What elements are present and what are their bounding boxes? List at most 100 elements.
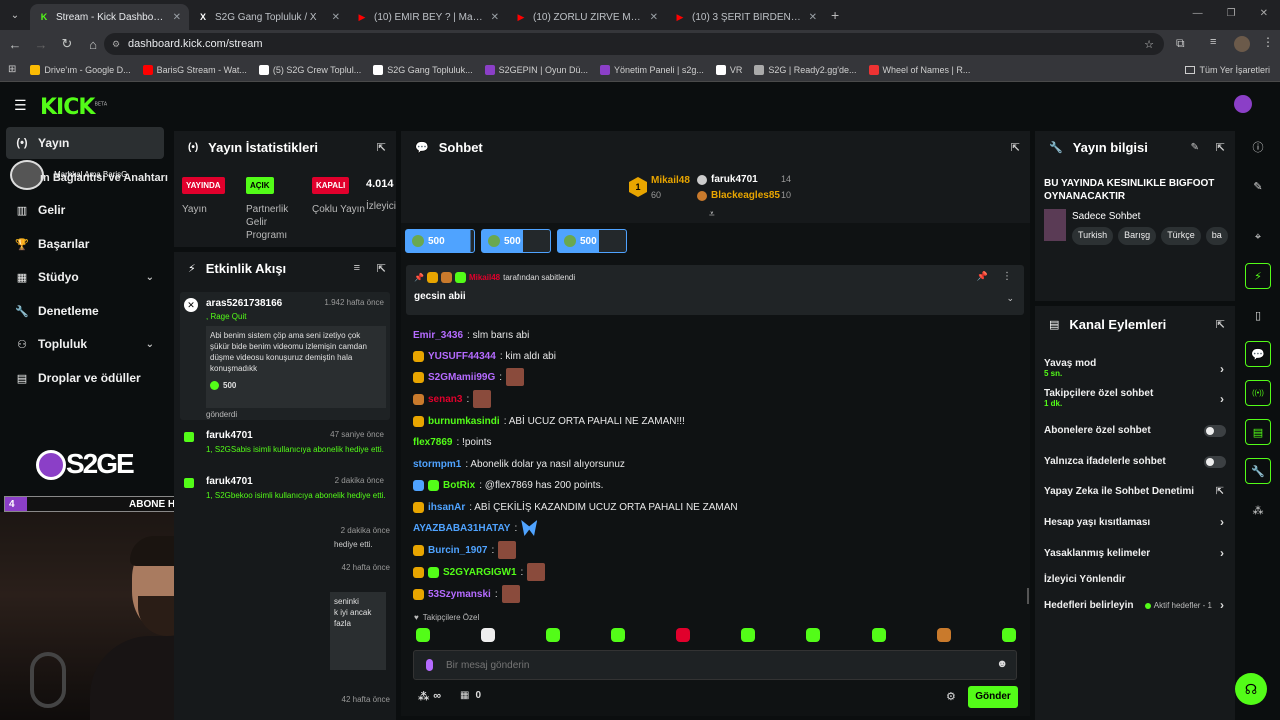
quick-emote-icon[interactable] (416, 628, 430, 642)
browser-tab[interactable]: K Stream - Kick Dashboard ✕ (30, 4, 189, 30)
user-avatar[interactable] (1234, 95, 1252, 113)
home-icon[interactable]: ⌂ (82, 33, 104, 55)
tab-close-icon[interactable]: ✕ (332, 12, 340, 23)
chat-shop[interactable]: ▦ 0 (460, 690, 481, 701)
leader-2-name[interactable]: faruk4701 (711, 174, 758, 185)
hamburger-menu-icon[interactable]: ☰ (14, 97, 27, 114)
event-user[interactable]: faruk4701 (206, 430, 253, 441)
channel-action-row[interactable]: İzleyici Yönlendir (1044, 574, 1226, 596)
chat-emote[interactable] (506, 368, 525, 386)
channel-action-row[interactable]: Takipçilere özel sohbet 1 dk. › (1044, 388, 1226, 410)
stream-tag[interactable]: Barışg (1118, 227, 1157, 245)
chat-username[interactable]: Burcin_1907 (428, 545, 487, 556)
chat-message-field[interactable] (446, 657, 986, 673)
browser-tab[interactable]: ▶ (10) 3 ŞERİT BİRDEN! Türkiye'd... ✕ (666, 4, 825, 30)
popout-icon[interactable]: ⇱ (1216, 318, 1225, 331)
reload-icon[interactable]: ↻ (56, 33, 78, 55)
unpin-icon[interactable]: 📌 (977, 271, 988, 282)
chat-username[interactable]: ihsanAr (428, 502, 465, 513)
chat-scrollbar[interactable] (1027, 588, 1029, 604)
nav-item-wrench[interactable]: 🔧 Denetleme (6, 295, 164, 327)
butterfly-emote[interactable] (521, 520, 538, 536)
quick-emote-icon[interactable] (611, 628, 625, 642)
browser-tab[interactable]: ▶ (10) ZORLU ZİRVE MAÇLARI! H... ✕ (507, 4, 666, 30)
channel-action-row[interactable]: Hedefleri belirleyin Aktif hedefler - 1 › (1044, 598, 1226, 622)
chat-emote[interactable] (498, 541, 517, 559)
bookmark-item[interactable]: VR (715, 64, 742, 75)
chat-username[interactable]: S2GYARGIGW1 (443, 567, 517, 578)
channel-action-row[interactable]: Abonelere özel sohbet (1044, 425, 1226, 447)
browser-menu-icon[interactable]: ⋮ (1262, 35, 1274, 49)
quick-emote-icon[interactable] (937, 628, 951, 642)
chat-username[interactable]: stormpm1 (413, 459, 461, 470)
chat-emote[interactable] (501, 585, 520, 603)
popout-icon[interactable]: ⇱ (1011, 141, 1020, 154)
chat-emote[interactable] (527, 563, 546, 581)
back-icon[interactable]: ← (4, 33, 26, 55)
pinned-expand-icon[interactable]: ⌄ (1006, 293, 1014, 304)
channel-action-row[interactable]: Yalnızca ifadelerle sohbet (1044, 456, 1226, 478)
chat-username[interactable]: YUSUFF44344 (428, 351, 496, 362)
bookmark-item[interactable]: S2GEPIN | Oyun Dü... (484, 64, 588, 75)
info-icon[interactable]: ⓘ (1245, 134, 1271, 160)
nav-item-broadcast[interactable]: (•) Yayın (6, 127, 164, 159)
quick-emote-icon[interactable] (872, 628, 886, 642)
maximize-icon[interactable]: ❐ (1227, 8, 1236, 19)
edit-icon[interactable]: ✎ (1191, 142, 1199, 153)
profile-avatar[interactable] (1234, 36, 1250, 52)
bookmark-item[interactable]: Drive'ım - Google D... (30, 64, 131, 75)
event-user[interactable]: aras5261738166 (206, 298, 282, 309)
channel-action-row[interactable]: Yavaş mod 5 sn. › (1044, 358, 1226, 380)
bookmark-item[interactable]: Yönetim Paneli | s2g... (599, 64, 704, 75)
tab-close-icon[interactable]: ✕ (809, 12, 817, 23)
site-info-icon[interactable]: ⚙ (112, 39, 120, 50)
chat-username[interactable]: senan3 (428, 394, 462, 405)
nav-item-chart[interactable]: ▥ Gelir (6, 194, 164, 226)
wrench-icon[interactable]: 🔧 (1245, 458, 1271, 484)
bookmark-item[interactable]: BarisG Stream - Wat... (142, 64, 247, 75)
nav-item-studio[interactable]: ▦ Stüdyo ⌄ (6, 261, 164, 293)
kick-gift-pill[interactable]: 500 (557, 229, 627, 253)
stream-tag[interactable]: ba (1205, 227, 1228, 245)
lightning-icon[interactable]: ⚡ (1245, 263, 1271, 289)
tab-close-icon[interactable]: ✕ (650, 12, 658, 23)
bookmark-item[interactable]: Wheel of Names | R... (868, 64, 970, 75)
media-icon[interactable]: ≡ (1210, 36, 1216, 48)
quick-emote-icon[interactable] (676, 628, 690, 642)
event-user[interactable]: faruk4701 (206, 476, 253, 487)
chat-settings-icon[interactable]: ⚙ (946, 690, 956, 703)
extensions-icon[interactable]: ⧉ (1176, 36, 1185, 51)
forward-icon[interactable]: → (30, 33, 52, 55)
layout-icon[interactable]: ▤ (1245, 419, 1271, 445)
kick-logo[interactable]: KICKBETA (40, 95, 107, 120)
bookmark-item[interactable]: (5) S2G Crew Toplul... (258, 64, 361, 75)
kick-gift-pill[interactable]: 500 (405, 229, 475, 253)
channel-action-row[interactable]: Yasaklanmış kelimeler › (1044, 546, 1226, 570)
quick-emote-icon[interactable] (481, 628, 495, 642)
chat-username[interactable]: S2GMamii99G (428, 372, 495, 383)
chat-username[interactable]: burnumkasindi (428, 416, 500, 427)
quick-emote-icon[interactable] (741, 628, 755, 642)
nav-item-community[interactable]: ⚇ Topluluk ⌄ (6, 328, 164, 360)
browser-tab[interactable]: ▶ (10) EMİR BEY ? | Madara Oldu ✕ (348, 4, 507, 30)
apps-icon[interactable]: ⊞ (8, 64, 16, 75)
address-bar[interactable]: ⚙ dashboard.kick.com/stream ☆ (104, 33, 1164, 55)
popout-icon[interactable]: ⇱ (377, 262, 386, 275)
focus-icon[interactable]: ⌖ (1245, 224, 1271, 250)
page-icon[interactable]: ▯ (1245, 302, 1271, 328)
close-window-icon[interactable]: ✕ (1260, 8, 1268, 19)
pinned-by-user[interactable]: Mikail48 (469, 273, 500, 282)
channel-action-row[interactable]: Yapay Zeka ile Sohbet Denetimi ⇱ (1044, 486, 1226, 508)
chat-bubble-icon[interactable]: 💬 (1245, 341, 1271, 367)
category-name[interactable]: Sadece Sohbet (1072, 211, 1140, 222)
broadcast-icon[interactable]: ((•)) (1245, 380, 1271, 406)
chat-emote[interactable] (473, 390, 492, 408)
stream-tag[interactable]: Türkçe (1161, 227, 1201, 245)
bookmark-item[interactable]: S2G Gang Topluluk... (373, 64, 473, 75)
window-controls[interactable]: — ❐ ✕ (1193, 8, 1268, 19)
chat-points[interactable]: ⁂ ∞ (418, 690, 441, 703)
mic-icon[interactable] (426, 659, 433, 671)
bookmark-item[interactable]: S2G | Ready2.gg'de... (754, 64, 857, 75)
toggle-switch[interactable] (1204, 456, 1226, 468)
popout-icon[interactable]: ⇱ (1216, 141, 1225, 154)
